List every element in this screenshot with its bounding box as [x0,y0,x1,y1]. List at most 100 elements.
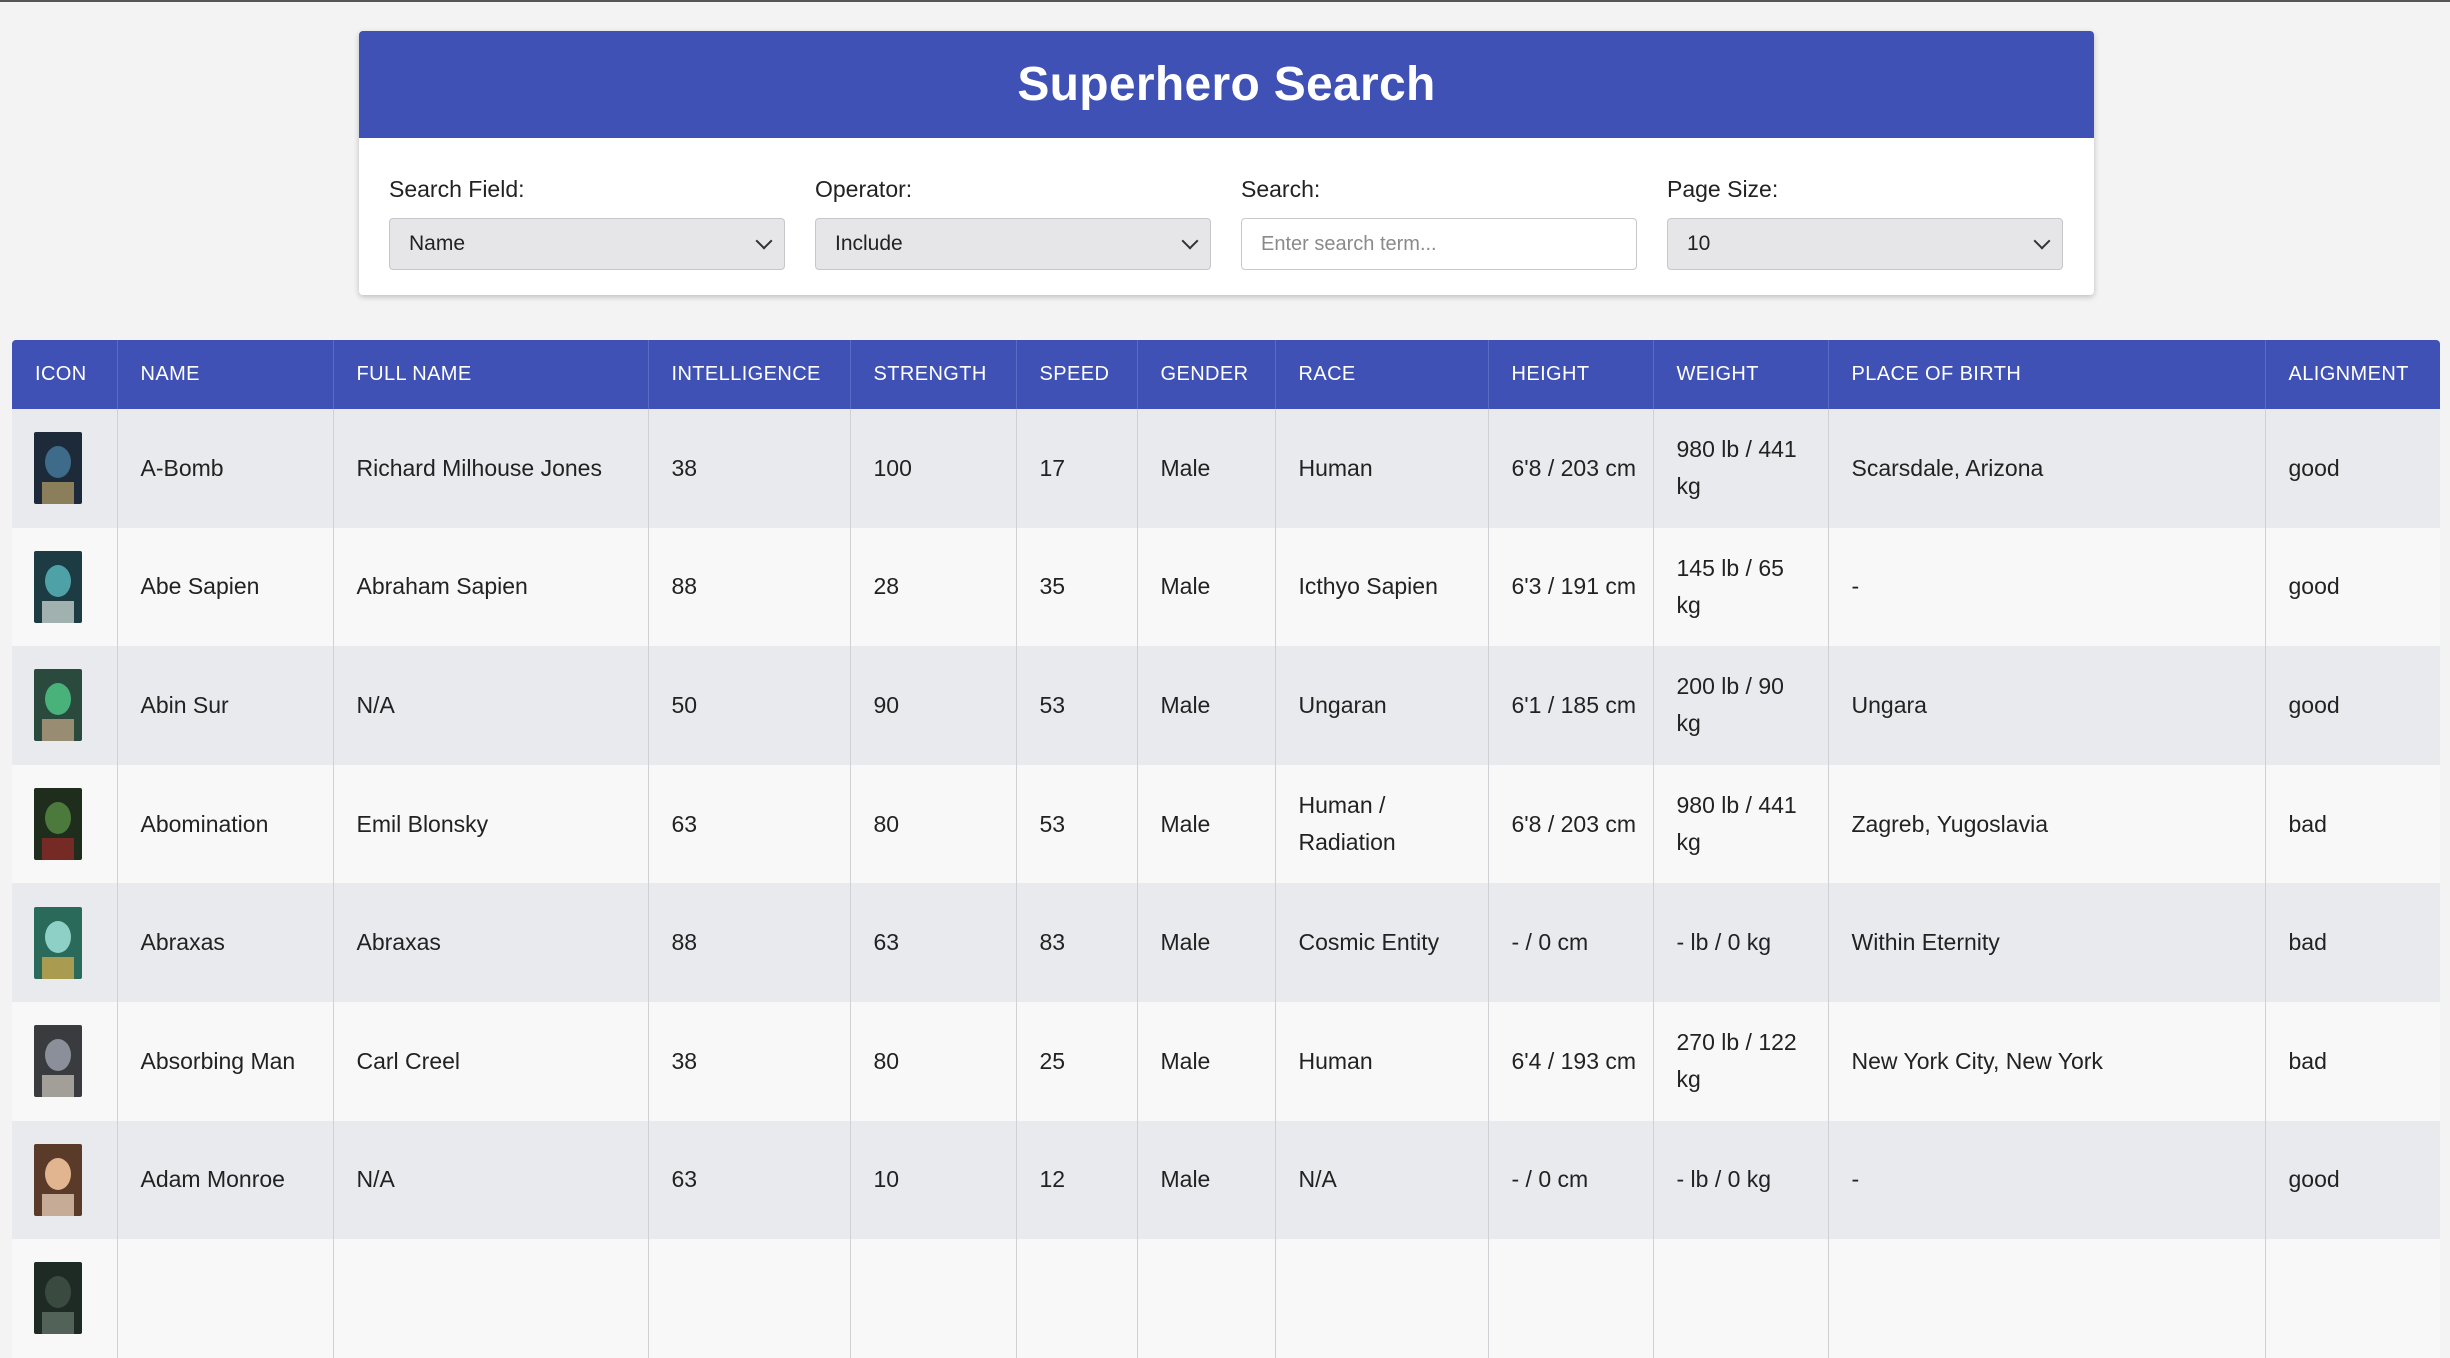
hero-weight: - lb / 0 kg [1653,1120,1829,1240]
hero-height: 6'8 / 203 cm [1488,764,1654,884]
operator-label: Operator: [815,176,913,202]
hero-strength: 10 [850,1120,1017,1240]
chevron-down-icon [2033,232,2051,250]
hero-alignment: good [2288,573,2340,600]
icon-cell [12,646,118,765]
icon-cell [12,1120,118,1240]
icon-cell [12,883,118,1002]
page-size-value: 10 [1687,232,1711,255]
hero-full-name: N/A [333,646,649,765]
table-header-row: ICON NAME FULL NAME INTELLIGENCE STRENGT… [12,340,2440,409]
hero-full-name: N/A [333,1120,649,1240]
window-top-border [0,0,2450,2]
icon-cell [12,1001,118,1121]
results-table: ICON NAME FULL NAME INTELLIGENCE STRENGT… [12,340,2440,1358]
table-body: A-Bomb Richard Milhouse Jones 38 100 17 Male H… [12,409,2440,1358]
hero-name: Adam Monroe [117,1120,334,1240]
page-size-select[interactable]: 10 [1667,218,2063,270]
hero-gender: Male [1137,646,1276,765]
hero-height: 6'4 / 193 cm [1488,1001,1654,1121]
hero-gender: Male [1137,1001,1276,1121]
column-header[interactable]: GENDER [1137,340,1276,409]
search-field-select[interactable]: Name [389,218,785,270]
hero-speed: 53 [1016,764,1138,884]
hero-speed: 53 [1016,646,1138,765]
column-header[interactable]: ALIGNMENT [2265,340,2440,409]
table-row[interactable]: Absorbing Man Carl Creel 38 80 25 Male Human 6'… [12,1001,2440,1121]
hero-strength: 63 [850,883,1017,1002]
hero-thumbnail-icon [34,1143,82,1216]
column-header[interactable]: RACE [1275,340,1489,409]
hero-weight: 270 lb / 122 kg [1653,1001,1829,1121]
hero-alignment: good [2288,1166,2340,1193]
column-header[interactable]: SPEED [1016,340,1138,409]
hero-race: Icthyo Sapien [1275,527,1489,647]
panel-header: Superhero Search [359,31,2094,138]
hero-height: - / 0 cm [1488,883,1654,1002]
hero-intelligence: 88 [648,527,851,647]
hero-gender: Male [1137,409,1276,528]
table-row[interactable]: Abraxas Abraxas 88 63 83 Male Cosmic Entity - /… [12,883,2440,1002]
hero-place-of-birth: Ungara [1828,646,2266,765]
hero-speed: 25 [1016,1001,1138,1121]
hero-race: Human [1275,1001,1489,1121]
page-size-label: Page Size: [1667,176,1779,202]
table-row[interactable]: A-Bomb Richard Milhouse Jones 38 100 17 Male H… [12,409,2440,528]
icon-cell [12,527,118,647]
icon-cell [12,764,118,884]
hero-race: N/A [1275,1120,1489,1240]
hero-thumbnail-icon [34,906,82,979]
table-row[interactable]: Abin Sur N/A 50 90 53 Male Ungaran 6'1 / 185 cm… [12,646,2440,765]
hero-thumbnail-icon [34,669,82,742]
table-row[interactable]: Abomination Emil Blonsky 63 80 53 Male Human /… [12,764,2440,884]
page-size-control: Page Size: 10 [1667,176,2063,270]
hero-alignment: bad [2288,1047,2327,1074]
column-header[interactable]: ICON [12,340,118,409]
column-header[interactable]: STRENGTH [850,340,1017,409]
search-field-value: Name [409,232,466,255]
hero-gender: Male [1137,527,1276,647]
hero-place-of-birth: Zagreb, Yugoslavia [1828,764,2266,884]
search-term-control: Search: [1241,176,1637,270]
hero-height: - / 0 cm [1488,1120,1654,1240]
operator-control: Operator: Include [815,176,1211,270]
hero-place-of-birth [1828,1239,2266,1358]
hero-strength: 80 [850,764,1017,884]
operator-select[interactable]: Include [815,218,1211,270]
search-panel: Superhero Search Search Field: Name Oper… [359,31,2094,295]
column-header[interactable]: PLACE OF BIRTH [1828,340,2266,409]
column-header[interactable]: INTELLIGENCE [648,340,851,409]
hero-alignment: bad [2288,810,2327,837]
hero-full-name: Emil Blonsky [333,764,649,884]
hero-name: A-Bomb [117,409,334,528]
hero-place-of-birth: New York City, New York [1828,1001,2266,1121]
hero-intelligence: 88 [648,883,851,1002]
hero-race: Human / Radiation [1275,764,1489,884]
hero-full-name: Abraham Sapien [333,527,649,647]
search-input[interactable] [1241,218,1637,270]
hero-height: 6'8 / 203 cm [1488,409,1654,528]
hero-strength [850,1239,1017,1358]
column-header[interactable]: NAME [117,340,334,409]
hero-full-name: Richard Milhouse Jones [333,409,649,528]
hero-weight: 980 lb / 441 kg [1653,764,1829,884]
hero-alignment: bad [2288,929,2327,956]
hero-thumbnail-icon [34,550,82,623]
hero-alignment: good [2288,691,2340,718]
hero-alignment: good [2288,454,2340,481]
hero-full-name [333,1239,649,1358]
icon-cell [12,1239,118,1358]
hero-name: Absorbing Man [117,1001,334,1121]
hero-weight: 145 lb / 65 kg [1653,527,1829,647]
table-row[interactable]: Adam Monroe N/A 63 10 12 Male N/A - / 0 cm - lb … [12,1120,2440,1240]
hero-place-of-birth: - [1828,527,2266,647]
hero-weight: 200 lb / 90 kg [1653,646,1829,765]
column-header[interactable]: FULL NAME [333,340,649,409]
hero-strength: 90 [850,646,1017,765]
column-header[interactable]: WEIGHT [1653,340,1829,409]
table-row[interactable] [12,1239,2440,1358]
table-row[interactable]: Abe Sapien Abraham Sapien 88 28 35 Male Icthyo… [12,527,2440,647]
column-header[interactable]: HEIGHT [1488,340,1654,409]
hero-strength: 80 [850,1001,1017,1121]
search-label: Search: [1241,176,1321,202]
